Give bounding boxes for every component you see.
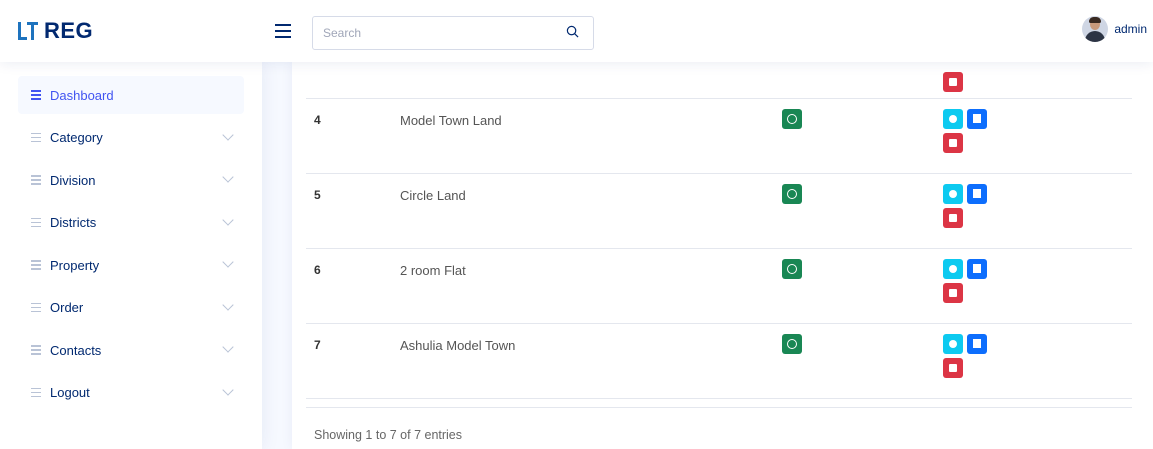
edit-button[interactable] (967, 334, 987, 354)
property-name: Circle Land (400, 188, 466, 203)
delete-button[interactable] (943, 208, 963, 228)
trash-icon (949, 78, 957, 86)
delete-button[interactable] (943, 283, 963, 303)
status-toggle-button[interactable] (782, 109, 802, 129)
logo[interactable]: REG (18, 18, 93, 44)
delete-button[interactable] (943, 358, 963, 378)
menu-icon (30, 174, 42, 186)
entries-info: Showing 1 to 7 of 7 entries (314, 428, 463, 442)
eye-icon (949, 340, 957, 348)
trash-icon (949, 364, 957, 372)
table-row: 6 2 room Flat (306, 249, 1132, 324)
edit-button[interactable] (967, 109, 987, 129)
edit-icon (973, 264, 981, 273)
top-header: REG admin (0, 0, 1153, 62)
profile-menu[interactable]: admin (1082, 16, 1147, 42)
sidebar-item-label: Dashboard (50, 87, 114, 103)
view-button[interactable] (943, 109, 963, 129)
check-circle-icon (787, 114, 797, 124)
trash-icon (949, 289, 957, 297)
menu-icon (30, 302, 42, 314)
table-divider (306, 407, 1132, 408)
sidebar-item-order[interactable]: Order (18, 289, 244, 327)
sidebar-item-districts[interactable]: Districts (18, 204, 244, 242)
status-toggle-button[interactable] (782, 334, 802, 354)
edit-button[interactable] (967, 259, 987, 279)
profile-name: admin (1114, 22, 1147, 36)
chevron-down-icon (222, 128, 234, 141)
grid-icon (30, 89, 42, 101)
sidebar-item-label: Districts (50, 215, 97, 230)
view-button[interactable] (943, 334, 963, 354)
edit-icon (973, 339, 981, 348)
chevron-down-icon (222, 213, 234, 226)
sidebar-item-label: Category (50, 130, 103, 145)
edit-icon (973, 189, 981, 198)
sidebar-item-label: Contacts (50, 342, 102, 358)
edit-button[interactable] (967, 184, 987, 204)
menu-toggle-icon[interactable] (275, 24, 291, 38)
avatar (1082, 16, 1109, 42)
brand-name: REG (44, 18, 94, 43)
sidebar-item-division[interactable]: Division (18, 161, 244, 199)
delete-button[interactable] (943, 133, 963, 153)
check-circle-icon (787, 264, 797, 274)
menu-icon (30, 344, 42, 356)
eye-icon (949, 115, 957, 123)
menu-icon (30, 132, 42, 144)
sidebar-item-dashboard[interactable]: Dashboard (18, 76, 244, 114)
edit-icon (973, 114, 981, 123)
logo-mark-icon (18, 22, 38, 40)
table-row: 5 Circle Land (306, 174, 1132, 249)
view-button[interactable] (943, 184, 963, 204)
table-row: 4 Model Town Land (306, 99, 1132, 174)
view-button[interactable] (943, 259, 963, 279)
menu-icon (30, 217, 42, 229)
property-name: 2 room Flat (400, 263, 466, 278)
row-number: 5 (314, 188, 321, 202)
trash-icon (949, 214, 957, 222)
status-toggle-button[interactable] (782, 184, 802, 204)
check-circle-icon (787, 339, 797, 349)
search-box (312, 16, 594, 50)
sidebar-item-property[interactable]: Property (18, 246, 244, 284)
chevron-down-icon (222, 383, 234, 396)
chevron-down-icon (222, 341, 234, 353)
search-icon[interactable] (566, 25, 579, 38)
property-name: Ashulia Model Town (400, 338, 516, 353)
chevron-down-icon (222, 298, 234, 311)
sidebar-item-logout[interactable]: Logout (18, 374, 244, 412)
menu-icon (30, 259, 42, 271)
sidebar-item-contacts[interactable]: Contacts (18, 331, 244, 369)
row-number: 6 (314, 263, 321, 277)
property-name: Model Town Land (400, 113, 502, 128)
check-circle-icon (787, 189, 797, 199)
row-number: 4 (314, 113, 321, 127)
eye-icon (949, 190, 957, 198)
property-table-card: 4 Model Town Land 5 Circle Land 6 2 room… (292, 62, 1153, 449)
status-toggle-button[interactable] (782, 259, 802, 279)
trash-icon (949, 139, 957, 147)
chevron-down-icon (222, 256, 234, 268)
search-input[interactable] (313, 17, 553, 49)
chevron-down-icon (222, 171, 234, 183)
sidebar-item-label: Logout (50, 385, 90, 400)
menu-icon (30, 387, 42, 399)
sidebar-item-label: Division (50, 172, 96, 188)
sidebar-item-category[interactable]: Category (18, 119, 244, 157)
delete-button[interactable] (943, 72, 963, 92)
eye-icon (949, 265, 957, 273)
sidebar-item-label: Order (50, 300, 84, 315)
table-row: 7 Ashulia Model Town (306, 324, 1132, 399)
sidebar-item-label: Property (50, 257, 100, 273)
sidebar: Dashboard Category Division Districts Pr… (0, 62, 262, 449)
row-number: 7 (314, 338, 321, 352)
